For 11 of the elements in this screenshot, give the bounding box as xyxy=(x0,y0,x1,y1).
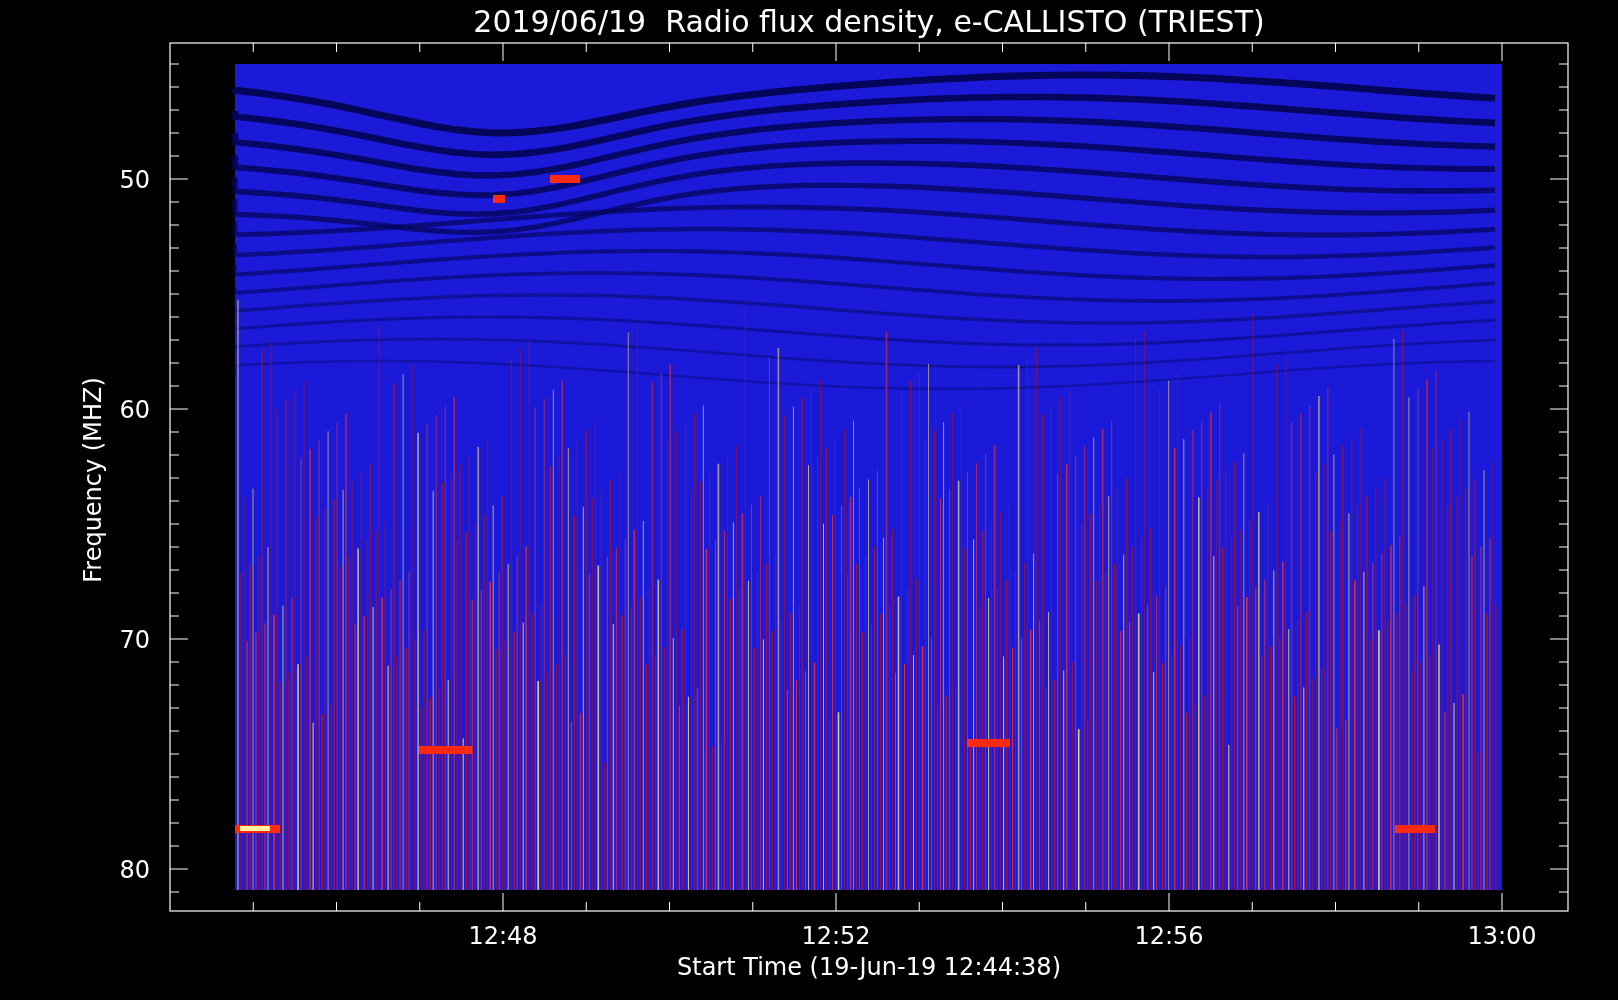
x-tick-label: 12:48 xyxy=(468,922,538,950)
y-axis-title: Frequency (MHZ) xyxy=(79,377,107,583)
y-tick-label: 80 xyxy=(119,856,150,884)
chart-title: 2019/06/19 Radio flux density, e-CALLISTO (TRIEST) xyxy=(473,4,1265,39)
y-tick-label: 70 xyxy=(119,626,150,654)
x-tick-label: 12:52 xyxy=(801,922,871,950)
y-tick-label: 60 xyxy=(119,396,150,424)
x-axis-title: Start Time (19-Jun-19 12:44:38) xyxy=(677,953,1061,981)
x-tick-label: 12:56 xyxy=(1134,922,1204,950)
x-tick-label: 13:00 xyxy=(1467,922,1537,950)
y-tick-label: 50 xyxy=(119,166,150,194)
